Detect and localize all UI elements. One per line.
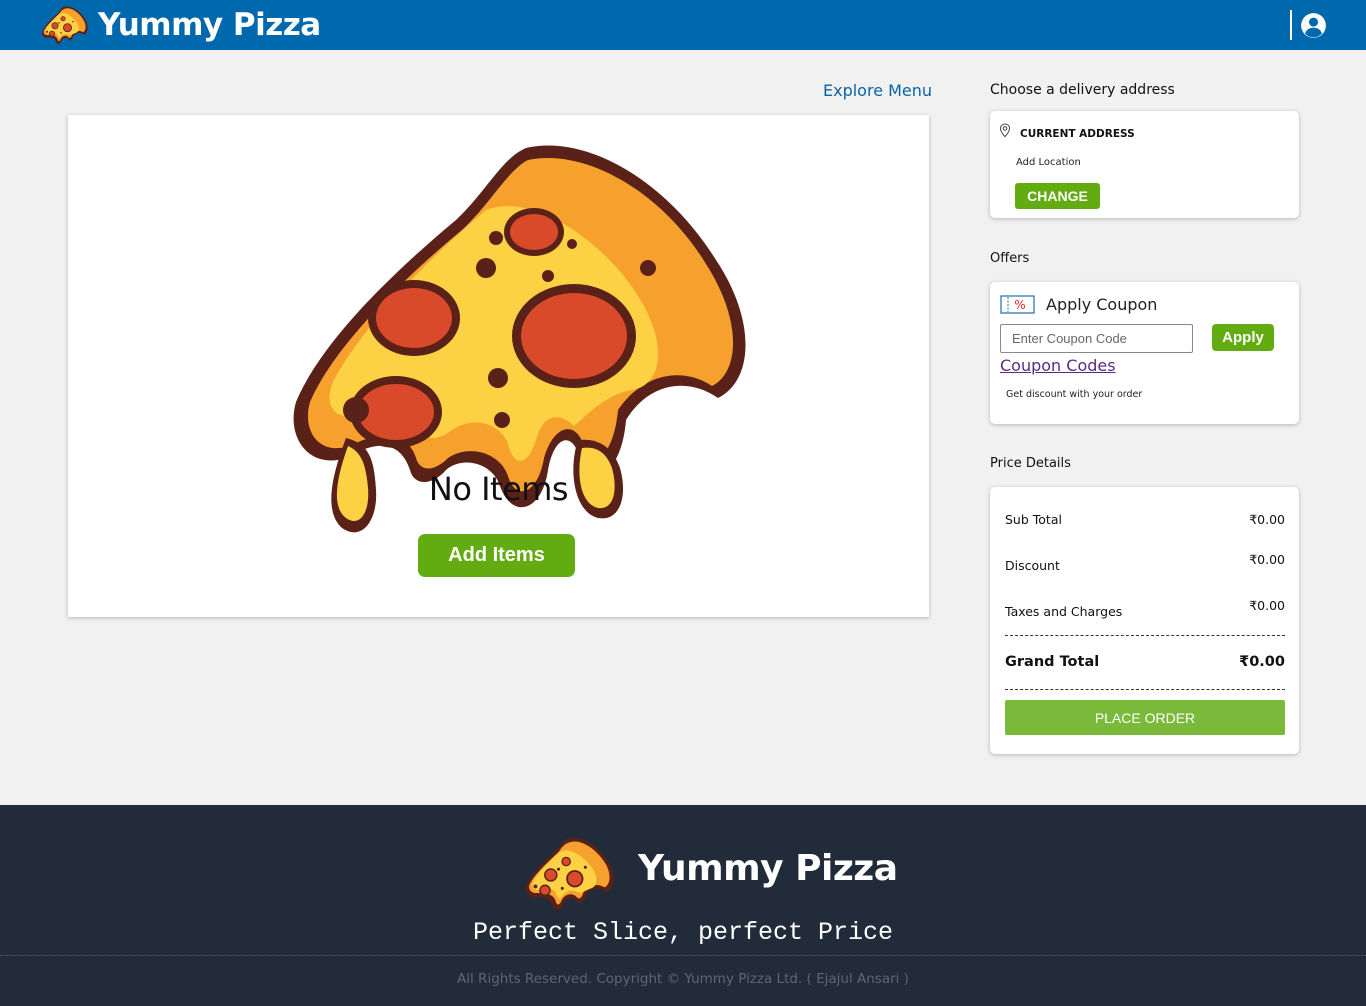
current-address-label: CURRENT ADDRESS xyxy=(1020,128,1135,140)
grand-total-label: Grand Total xyxy=(1005,654,1100,670)
divider xyxy=(1005,689,1285,690)
price-row-label: Taxes and Charges xyxy=(1005,604,1123,619)
coupon-codes-link[interactable]: Coupon Codes xyxy=(1000,356,1116,375)
price-row: Taxes and Charges ₹0.00 xyxy=(1005,598,1285,619)
change-address-button[interactable]: CHANGE xyxy=(1015,183,1100,209)
grand-total-value: ₹0.00 xyxy=(1239,654,1285,670)
price-row: Discount ₹0.00 xyxy=(1005,552,1285,573)
footer: Yummy Pizza Perfect Slice, perfect Price… xyxy=(0,805,1366,1006)
explore-menu-link[interactable]: Explore Menu xyxy=(823,81,932,100)
price-row-value: ₹0.00 xyxy=(1249,598,1285,613)
divider xyxy=(1005,635,1285,636)
price-row-value: ₹0.00 xyxy=(1249,512,1285,527)
header-divider xyxy=(1290,10,1292,40)
footer-copyright: All Rights Reserved. Copyright © Yummy P… xyxy=(457,971,909,987)
price-details-card: Sub Total ₹0.00 Discount ₹0.00 Taxes and… xyxy=(990,487,1299,754)
grand-total-row: Grand Total ₹0.00 xyxy=(1005,654,1285,670)
pizza-logo-icon xyxy=(40,3,90,47)
location-pin-icon xyxy=(999,123,1011,138)
top-navbar: Yummy Pizza xyxy=(0,0,1366,50)
add-location-text: Add Location xyxy=(1016,157,1081,168)
svg-text:%: % xyxy=(1014,298,1025,312)
apply-coupon-button[interactable]: Apply xyxy=(1212,324,1274,351)
apply-coupon-title: Apply Coupon xyxy=(1046,295,1158,314)
add-items-button[interactable]: Add Items xyxy=(418,534,575,577)
empty-cart-message: No Items xyxy=(428,470,569,508)
coupon-icon: % xyxy=(1000,295,1035,314)
footer-tagline: Perfect Slice, perfect Price xyxy=(472,918,894,947)
coupon-code-input[interactable] xyxy=(1000,324,1193,353)
brand[interactable]: Yummy Pizza xyxy=(40,3,321,47)
price-row-label: Discount xyxy=(1005,558,1060,573)
user-circle-icon[interactable] xyxy=(1300,12,1327,39)
footer-brand-name: Yummy Pizza xyxy=(638,848,898,889)
pizza-logo-icon xyxy=(522,832,618,915)
offers-card: % Apply Coupon Apply Coupon Codes Get di… xyxy=(990,282,1299,424)
address-card: CURRENT ADDRESS Add Location CHANGE xyxy=(990,111,1299,218)
price-details-title: Price Details xyxy=(990,456,1071,471)
footer-divider xyxy=(0,955,1366,956)
price-row-label: Sub Total xyxy=(1005,512,1062,527)
brand-name: Yummy Pizza xyxy=(98,7,321,43)
cart-panel: No Items Add Items xyxy=(68,115,929,617)
price-row-value: ₹0.00 xyxy=(1249,552,1285,567)
coupon-note: Get discount with your order xyxy=(1006,389,1143,400)
offers-title: Offers xyxy=(990,251,1030,266)
price-row: Sub Total ₹0.00 xyxy=(1005,512,1285,527)
delivery-title: Choose a delivery address xyxy=(990,82,1175,98)
place-order-button[interactable]: PLACE ORDER xyxy=(1005,700,1285,735)
